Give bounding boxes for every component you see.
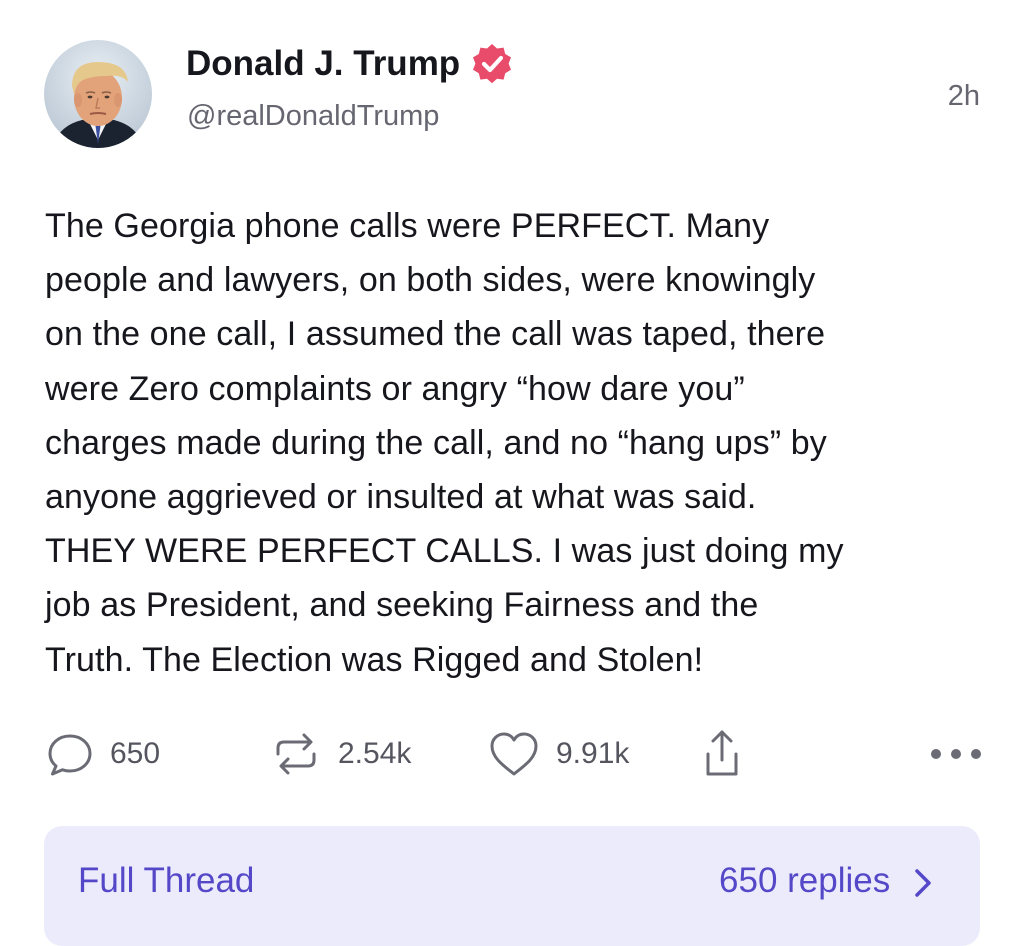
thread-replies-label: 650 replies	[719, 861, 891, 900]
full-thread-button[interactable]: Full Thread 650 replies	[44, 826, 980, 946]
share-icon	[694, 726, 750, 782]
like-count: 9.91k	[556, 737, 630, 770]
heart-icon	[486, 728, 542, 780]
post-timestamp[interactable]: 2h	[948, 80, 980, 113]
full-thread-label: Full Thread	[78, 861, 255, 900]
reply-count: 650	[110, 737, 161, 770]
post-text-line: Truth. The Election was Rigged and Stole…	[45, 640, 704, 679]
thread-replies-count: 650 replies	[719, 861, 932, 901]
avatar[interactable]	[44, 40, 152, 148]
chevron-right-icon	[914, 868, 932, 898]
share-button[interactable]	[694, 726, 750, 782]
post-text-line: charges made during the call, and no “ha…	[45, 423, 827, 462]
post-text-line: The Georgia phone calls were PERFECT. Ma…	[45, 207, 770, 245]
post-text-line: THEY WERE PERFECT CALLS. I was just doin…	[45, 532, 844, 571]
post-text-line: on the one call, I assumed the call was …	[45, 315, 826, 354]
post-action-bar: 650 2.54k 9.91k	[44, 726, 984, 782]
repost-icon	[268, 726, 324, 782]
author-handle[interactable]: @realDonaldTrump	[187, 100, 439, 133]
post-text-line: job as President, and seeking Fairness a…	[45, 586, 759, 625]
post-text-line: people and lawyers, on both sides, were …	[45, 261, 816, 300]
avatar-photo	[44, 40, 152, 148]
more-options-button[interactable]	[928, 726, 984, 782]
like-button[interactable]: 9.91k	[486, 726, 629, 782]
author-display-name[interactable]: Donald J. Trump	[186, 40, 514, 88]
author-name: Donald J. Trump	[186, 44, 461, 83]
post-text-line: anyone aggrieved or insulted at what was…	[45, 478, 757, 517]
verified-badge-icon	[470, 42, 514, 86]
reply-button[interactable]: 650	[44, 726, 160, 782]
more-icon	[928, 744, 984, 764]
post-text-line: were Zero complaints or angry “how dare …	[45, 369, 745, 408]
post-text: The Georgia phone calls were PERFECT. Ma…	[45, 199, 990, 687]
reply-icon	[44, 728, 96, 780]
repost-button[interactable]: 2.54k	[268, 726, 411, 782]
repost-count: 2.54k	[338, 737, 412, 770]
